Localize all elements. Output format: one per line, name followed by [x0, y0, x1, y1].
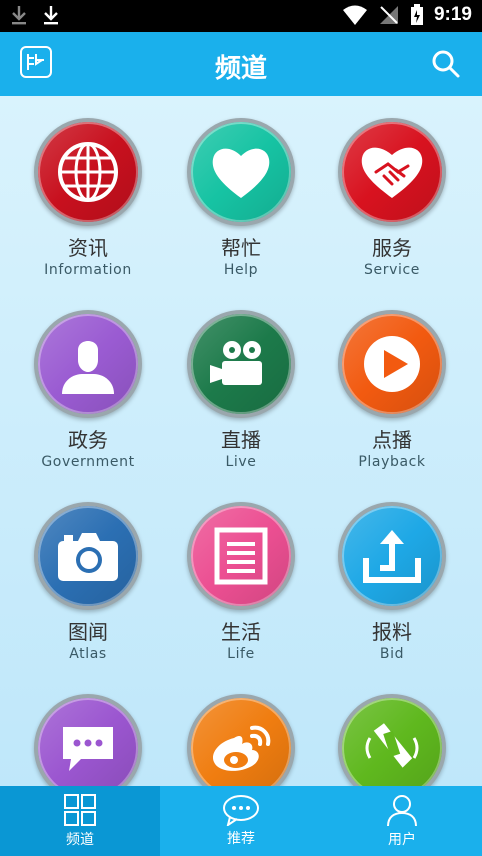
channel-circle [34, 502, 142, 610]
channel-name: 生活 [221, 620, 261, 644]
download-icon [44, 6, 58, 25]
page-title: 频道 [214, 54, 267, 84]
channel-circle [338, 118, 446, 226]
channel-circle [338, 502, 446, 610]
channel-name: 图闻 [68, 620, 108, 644]
channel-phone[interactable] [316, 694, 468, 786]
channel-name: 资讯 [68, 236, 108, 260]
no-signal-icon [379, 6, 398, 24]
channel-government[interactable]: 政务 Government [12, 310, 164, 486]
channel-name: 服务 [372, 236, 412, 260]
channel-circle [34, 310, 142, 418]
channel-subtitle: Live [225, 454, 257, 470]
channel-circle [34, 118, 142, 226]
nav-label: 用户 [388, 832, 416, 848]
download-icon [12, 6, 26, 25]
document-icon [214, 527, 268, 585]
channel-circle [187, 502, 295, 610]
bottom-nav: 频道 推荐 用户 [0, 786, 482, 856]
channel-name: 帮忙 [221, 236, 261, 260]
channel-subtitle: Help [223, 262, 259, 278]
channel-name: 直播 [221, 428, 261, 452]
channel-weibo[interactable] [165, 694, 317, 786]
wifi-icon [342, 5, 367, 25]
status-bar: 9:19 [0, 0, 482, 32]
channel-service[interactable]: 服务 Service [316, 118, 468, 294]
nav-user[interactable]: 用户 [322, 786, 482, 856]
channel-live[interactable]: 直播 Live [165, 310, 317, 486]
channel-circle [338, 694, 446, 786]
channel-chat[interactable] [12, 694, 164, 786]
nav-channels[interactable]: 频道 [0, 786, 160, 856]
channel-name: 报料 [372, 620, 412, 644]
status-time: 9:19 [433, 4, 472, 25]
battery-icon [410, 4, 423, 25]
grid-icon [64, 794, 96, 826]
channel-name: 点播 [372, 428, 412, 452]
search-icon [432, 50, 460, 78]
app-header: 频道 [0, 32, 482, 96]
channel-circle [338, 310, 446, 418]
nav-recommend[interactable]: 推荐 [161, 786, 321, 856]
channel-information[interactable]: 资讯 Information [12, 118, 164, 294]
channel-name: 政务 [68, 428, 108, 452]
channel-subtitle: Bid [379, 646, 405, 662]
chat-icon [63, 727, 113, 771]
nav-label: 频道 [66, 832, 94, 848]
search-button[interactable] [430, 48, 462, 80]
user-icon [387, 795, 417, 827]
play-icon [364, 336, 420, 392]
channel-playback[interactable]: 点播 Playback [316, 310, 468, 486]
weibo-icon [212, 725, 271, 771]
video-camera-icon [210, 341, 262, 385]
channel-bid[interactable]: 报料 Bid [316, 502, 468, 678]
phone-icon [365, 723, 419, 768]
channel-subtitle: Service [364, 262, 420, 278]
channel-help[interactable]: 帮忙 Help [165, 118, 317, 294]
channel-subtitle: Life [227, 646, 255, 662]
channel-subtitle: Playback [358, 454, 426, 470]
channel-subtitle: Information [44, 262, 132, 278]
channel-circle [34, 694, 142, 786]
channel-atlas[interactable]: 图闻 Atlas [12, 502, 164, 678]
camera-icon [58, 533, 118, 581]
channel-subtitle: Atlas [69, 646, 107, 662]
channel-grid: 资讯 Information 帮忙 Help 服务 Service 政务 Gov… [0, 96, 482, 786]
channel-circle [187, 694, 295, 786]
channel-circle [187, 118, 295, 226]
chat-bubble-icon [223, 795, 259, 826]
handshake-icon [361, 147, 423, 198]
heart-icon [212, 148, 270, 198]
upload-icon [363, 530, 421, 583]
channel-circle [187, 310, 295, 418]
globe-icon [58, 142, 118, 202]
person-icon [62, 341, 114, 394]
channel-life[interactable]: 生活 Life [165, 502, 317, 678]
nav-label: 推荐 [227, 831, 255, 847]
channel-subtitle: Government [41, 454, 135, 470]
